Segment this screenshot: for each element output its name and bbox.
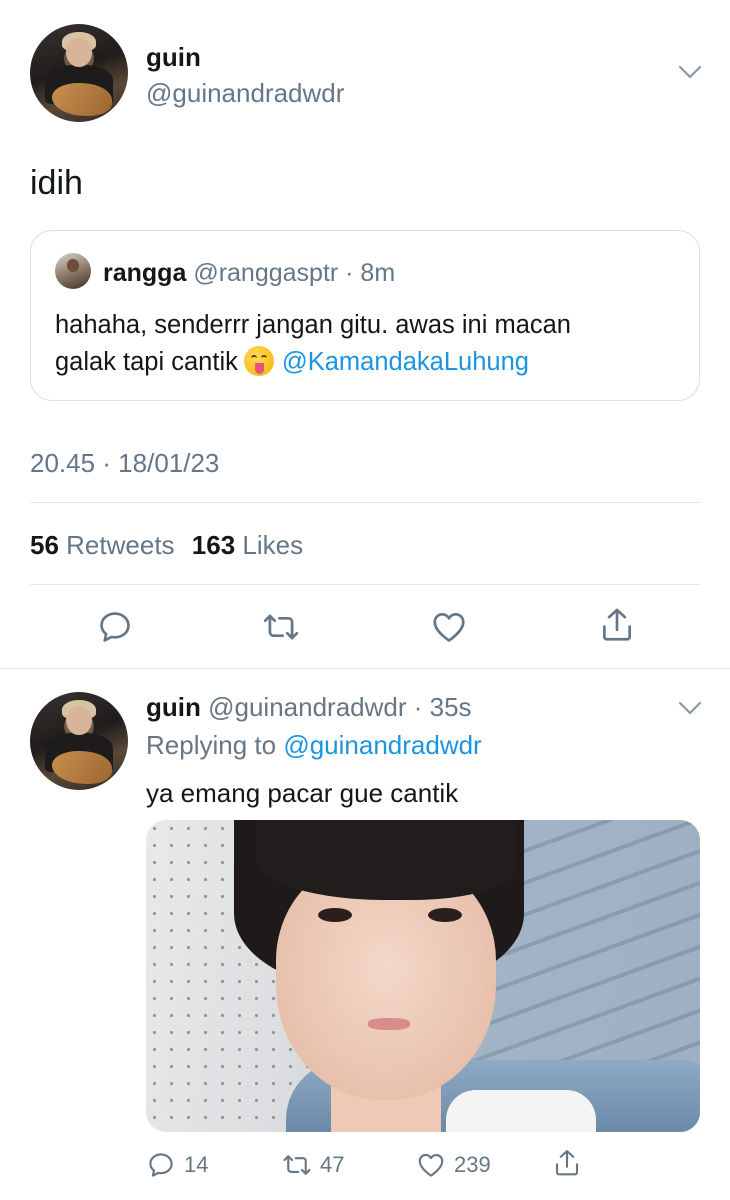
quoted-avatar bbox=[55, 253, 91, 289]
like-icon bbox=[418, 1153, 444, 1177]
likes-count[interactable]: 163 bbox=[192, 530, 235, 560]
user-handle[interactable]: @guinandradwdr bbox=[146, 78, 344, 109]
like-count: 239 bbox=[454, 1152, 491, 1177]
quoted-meta: @ranggasptr · 8m bbox=[193, 259, 396, 287]
reply-reply-action[interactable]: 14 bbox=[146, 1150, 208, 1180]
retweet-count: 47 bbox=[320, 1152, 345, 1177]
reply-text: ya emang pacar gue cantik bbox=[146, 778, 459, 808]
reply-count: 14 bbox=[184, 1152, 209, 1177]
avatar[interactable] bbox=[30, 24, 128, 122]
replying-prefix: Replying to bbox=[146, 730, 277, 760]
reply-icon[interactable] bbox=[96, 608, 134, 646]
reply-meta: @guinandradwdr · 35s bbox=[208, 692, 472, 722]
face-with-tongue-icon bbox=[243, 346, 274, 376]
quoted-text-line1: hahaha, senderrr jangan gitu. awas ini m… bbox=[55, 311, 571, 339]
tweet-stats: 56 Retweets 163 Likes bbox=[30, 530, 313, 561]
retweet-icon bbox=[283, 1155, 311, 1175]
chevron-down-icon[interactable] bbox=[678, 64, 702, 80]
share-icon[interactable] bbox=[598, 606, 636, 644]
reply-like-action[interactable]: 239 bbox=[416, 1150, 491, 1180]
quoted-text-line2: galak tapi cantik bbox=[55, 348, 238, 376]
tweet-detail-page: guin @guinandradwdr idih rangga @ranggas… bbox=[0, 0, 730, 1200]
mention-link[interactable]: @KamandakaLuhung bbox=[282, 348, 529, 376]
reply-retweet-action[interactable]: 47 bbox=[282, 1150, 344, 1180]
like-icon[interactable] bbox=[430, 608, 468, 646]
reply-display-name[interactable]: guin bbox=[146, 692, 201, 722]
quoted-header: rangga @ranggasptr · 8m bbox=[103, 259, 395, 288]
quoted-tweet[interactable]: rangga @ranggasptr · 8m hahaha, senderrr… bbox=[30, 230, 700, 401]
section-divider bbox=[0, 668, 730, 669]
replying-to: Replying to @guinandradwdr bbox=[146, 730, 482, 761]
display-name[interactable]: guin bbox=[146, 42, 201, 73]
quoted-text: hahaha, senderrr jangan gitu. awas ini m… bbox=[55, 307, 685, 381]
retweets-label[interactable]: Retweets bbox=[66, 530, 174, 560]
retweets-count[interactable]: 56 bbox=[30, 530, 59, 560]
reply-avatar[interactable] bbox=[30, 692, 128, 790]
quoted-display-name: rangga bbox=[103, 259, 187, 287]
reply-share-action[interactable] bbox=[552, 1148, 590, 1178]
likes-label[interactable]: Likes bbox=[242, 530, 303, 560]
share-icon bbox=[555, 1150, 579, 1176]
tweet-text: idih bbox=[30, 164, 83, 202]
retweet-icon[interactable] bbox=[262, 608, 300, 646]
tweet-timestamp: 20.45 · 18/01/23 bbox=[30, 448, 220, 478]
replying-to-link[interactable]: @guinandradwdr bbox=[283, 730, 481, 760]
divider bbox=[30, 502, 700, 503]
divider bbox=[30, 584, 700, 585]
reply-icon bbox=[149, 1153, 173, 1177]
reply-header: guin @guinandradwdr · 35s bbox=[146, 692, 472, 723]
reply-photo[interactable] bbox=[146, 820, 700, 1132]
chevron-down-icon[interactable] bbox=[678, 700, 702, 716]
